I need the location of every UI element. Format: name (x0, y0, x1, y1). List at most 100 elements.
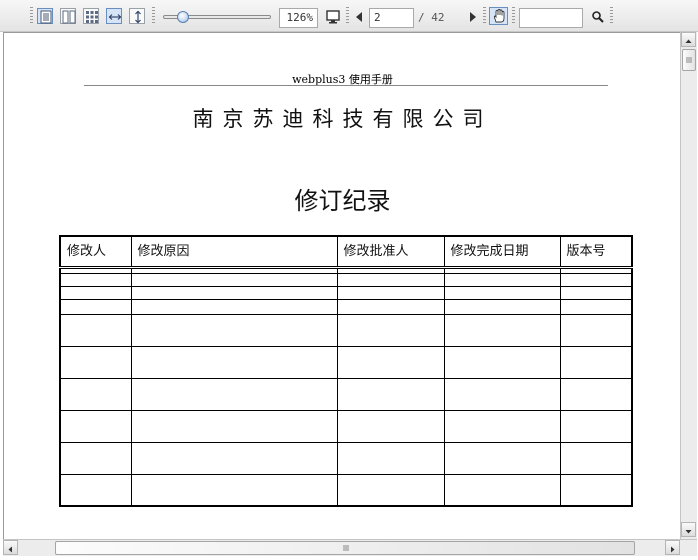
document-viewport[interactable]: webplus3 使用手册 南京苏迪科技有限公司 修订纪录 修改人 修改原因 修… (3, 32, 680, 539)
table-cell (336, 409, 445, 443)
table-cell (130, 272, 338, 287)
search-button[interactable] (590, 9, 606, 25)
toolbar-grip (346, 7, 349, 25)
table-cell (443, 377, 561, 411)
table-row (59, 473, 633, 506)
column-header-version: 版本号 (559, 235, 633, 269)
table-cell (59, 345, 132, 379)
search-input[interactable] (519, 8, 583, 28)
scroll-up-button[interactable] (681, 32, 696, 47)
fit-height-icon (135, 10, 141, 24)
table-cell (336, 272, 445, 287)
triangle-down-icon (685, 530, 692, 534)
document-title: 修订纪录 (294, 187, 391, 215)
table-cell (59, 377, 132, 411)
table-cell (59, 298, 132, 315)
table-cell (443, 272, 561, 287)
triangle-right-icon (671, 546, 675, 553)
scroll-right-button[interactable] (665, 540, 680, 555)
header-rule (84, 85, 608, 86)
table-cell (443, 409, 561, 443)
table-cell (59, 285, 132, 300)
table-cell (130, 285, 338, 300)
table-cell (59, 272, 132, 287)
table-cell (559, 345, 633, 379)
hand-tool-button[interactable] (489, 7, 508, 25)
single-page-view-button[interactable] (37, 8, 53, 24)
table-cell (336, 313, 445, 347)
revision-table: 修改人 修改原因 修改批准人 修改完成日期 版本号 (59, 235, 633, 507)
table-cell (559, 285, 633, 300)
zoom-level-field[interactable]: 126% (279, 8, 318, 28)
vertical-scroll-thumb[interactable] (682, 49, 696, 71)
viewer-toolbar: 126% 2 / 42 (0, 0, 698, 32)
table-cell (336, 377, 445, 411)
table-cell (59, 473, 132, 506)
table-cell (443, 285, 561, 300)
table-cell (130, 298, 338, 315)
table-cell (559, 441, 633, 475)
page-total-label: / 42 (418, 11, 445, 24)
table-cell (559, 473, 633, 506)
fit-width-icon (108, 14, 122, 20)
table-cell (130, 473, 338, 506)
toolbar-grip (610, 7, 613, 25)
table-cell (443, 441, 561, 475)
two-page-view-button[interactable] (60, 8, 76, 24)
fullscreen-button[interactable] (325, 9, 341, 25)
column-header-approver: 修改批准人 (336, 235, 445, 269)
table-row (59, 377, 633, 411)
table-row (59, 313, 633, 347)
horizontal-scrollbar[interactable] (3, 539, 697, 556)
triangle-left-icon (356, 12, 362, 22)
toolbar-grip (483, 7, 486, 25)
table-cell (443, 313, 561, 347)
page-number-input[interactable]: 2 (369, 8, 414, 28)
scroll-down-button[interactable] (681, 522, 696, 537)
horizontal-scroll-thumb[interactable] (55, 541, 635, 555)
table-cell (336, 441, 445, 475)
company-name: 南京苏迪科技有限公司 (192, 107, 493, 131)
zoom-slider-thumb[interactable] (177, 11, 189, 23)
previous-page-button[interactable] (352, 9, 368, 25)
table-row (59, 272, 633, 287)
fit-width-button[interactable] (106, 8, 122, 24)
magnifier-icon (592, 11, 604, 23)
table-row (59, 285, 633, 300)
table-cell (59, 409, 132, 443)
table-row (59, 345, 633, 379)
column-header-editor: 修改人 (59, 235, 132, 269)
thumbnail-grid-view-button[interactable] (83, 8, 99, 24)
triangle-up-icon (685, 39, 692, 43)
grip-lines-icon (343, 545, 349, 551)
table-cell (59, 441, 132, 475)
table-cell (59, 313, 132, 347)
vertical-scrollbar[interactable] (680, 32, 697, 539)
table-cell (130, 313, 338, 347)
monitor-icon (326, 10, 340, 24)
scroll-left-button[interactable] (3, 540, 18, 555)
table-cell (443, 298, 561, 315)
table-cell (130, 345, 338, 379)
table-cell (559, 272, 633, 287)
toolbar-grip (152, 7, 155, 25)
table-cell (559, 377, 633, 411)
grid-icon (86, 11, 98, 23)
grip-lines-icon (686, 57, 692, 63)
table-cell (336, 285, 445, 300)
table-cell (443, 345, 561, 379)
column-header-reason: 修改原因 (130, 235, 338, 269)
table-header-row: 修改人 修改原因 修改批准人 修改完成日期 版本号 (59, 235, 633, 269)
triangle-right-icon (470, 12, 476, 22)
fit-height-button[interactable] (129, 8, 145, 24)
table-cell (443, 473, 561, 506)
revision-table-body (59, 266, 633, 506)
triangle-left-icon (8, 546, 12, 553)
table-cell (336, 473, 445, 506)
table-row (59, 298, 633, 315)
next-page-button[interactable] (464, 9, 480, 25)
table-cell (559, 298, 633, 315)
table-cell (130, 441, 338, 475)
table-cell (559, 409, 633, 443)
toolbar-grip (30, 7, 33, 25)
